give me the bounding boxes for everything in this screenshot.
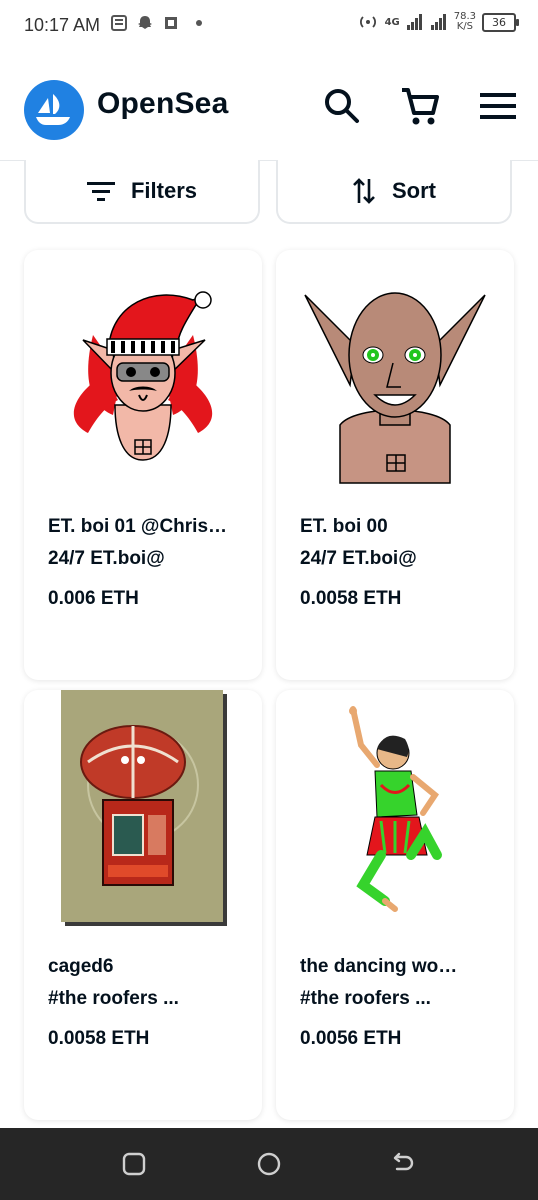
nft-collection: #the roofers ... — [48, 988, 179, 1009]
sort-label: Sort — [392, 178, 436, 203]
status-time: 10:17 AM — [24, 15, 101, 35]
more-notifications-dot — [196, 20, 202, 26]
signal-icon-2 — [430, 14, 446, 30]
signal-icon — [406, 14, 422, 30]
hotspot-icon — [359, 16, 376, 28]
nft-title: ET. boi 00 — [300, 516, 388, 537]
menu-button[interactable] — [476, 84, 520, 128]
nft-price: 0.0058 ETH — [48, 1028, 150, 1049]
nft-collection: 24/7 ET.boi@ — [300, 548, 417, 569]
opensea-logo[interactable] — [24, 80, 84, 140]
speed-unit: K/S — [456, 21, 473, 32]
notification-icons — [110, 14, 202, 32]
sort-icon — [353, 178, 375, 204]
nft-price: 0.006 ETH — [48, 588, 139, 609]
nft-card[interactable]: ET. boi 01 @Chris… 24/7 ET.boi@ 0.006 ET… — [24, 250, 262, 680]
nft-price: 0.0058 ETH — [300, 588, 402, 609]
status-bar: 10:17 AM 4G 78.3 K/S 36 — [0, 0, 538, 56]
filters-button[interactable]: Filters — [24, 160, 260, 224]
brand-name[interactable]: OpenSea — [97, 87, 228, 121]
menu-icon — [480, 93, 516, 119]
cart-icon — [402, 88, 439, 125]
nft-collection: #the roofers ... — [300, 988, 431, 1009]
speed-indicator: 78.3 K/S — [454, 12, 476, 32]
filters-label: Filters — [130, 178, 198, 203]
office-icon — [165, 17, 177, 29]
battery-icon: 36 — [482, 12, 519, 32]
network-type: 4G — [384, 16, 400, 28]
nft-image-et-elf-santa[interactable] — [24, 250, 262, 490]
news-icon — [111, 15, 127, 31]
nft-title: the dancing wo… — [300, 956, 458, 977]
system-nav-bar — [0, 1128, 538, 1200]
app-header: OpenSea — [0, 56, 538, 161]
filter-sort-bar: Filters Sort — [0, 160, 538, 230]
home-button[interactable] — [249, 1148, 289, 1180]
nft-title: caged6 — [48, 956, 114, 977]
system-indicators: 4G 78.3 K/S 36 — [357, 12, 519, 32]
search-icon — [325, 89, 359, 123]
snapchat-icon — [138, 16, 152, 29]
back-button[interactable] — [383, 1148, 423, 1180]
recents-button[interactable] — [114, 1148, 154, 1180]
nft-collection: 24/7 ET.boi@ — [48, 548, 165, 569]
search-button[interactable] — [320, 84, 364, 128]
nft-image-caged[interactable] — [24, 690, 262, 930]
filter-icon — [86, 182, 115, 201]
nft-card[interactable]: the dancing wo… #the roofers ... 0.0056 … — [276, 690, 514, 1120]
nft-price: 0.0056 ETH — [300, 1028, 402, 1049]
ship-icon — [36, 94, 70, 125]
nft-card[interactable]: caged6 #the roofers ... 0.0058 ETH — [24, 690, 262, 1120]
cart-button[interactable] — [398, 84, 442, 128]
nft-image-et-elf[interactable] — [276, 250, 514, 490]
back-icon — [393, 1152, 414, 1171]
nft-card[interactable]: ET. boi 00 24/7 ET.boi@ 0.0058 ETH — [276, 250, 514, 680]
nft-image-dancing-woman[interactable] — [276, 690, 514, 930]
home-icon — [257, 1152, 281, 1176]
recents-icon — [122, 1152, 146, 1176]
nft-title: ET. boi 01 @Chris… — [48, 516, 228, 537]
sort-button[interactable]: Sort — [276, 160, 512, 224]
